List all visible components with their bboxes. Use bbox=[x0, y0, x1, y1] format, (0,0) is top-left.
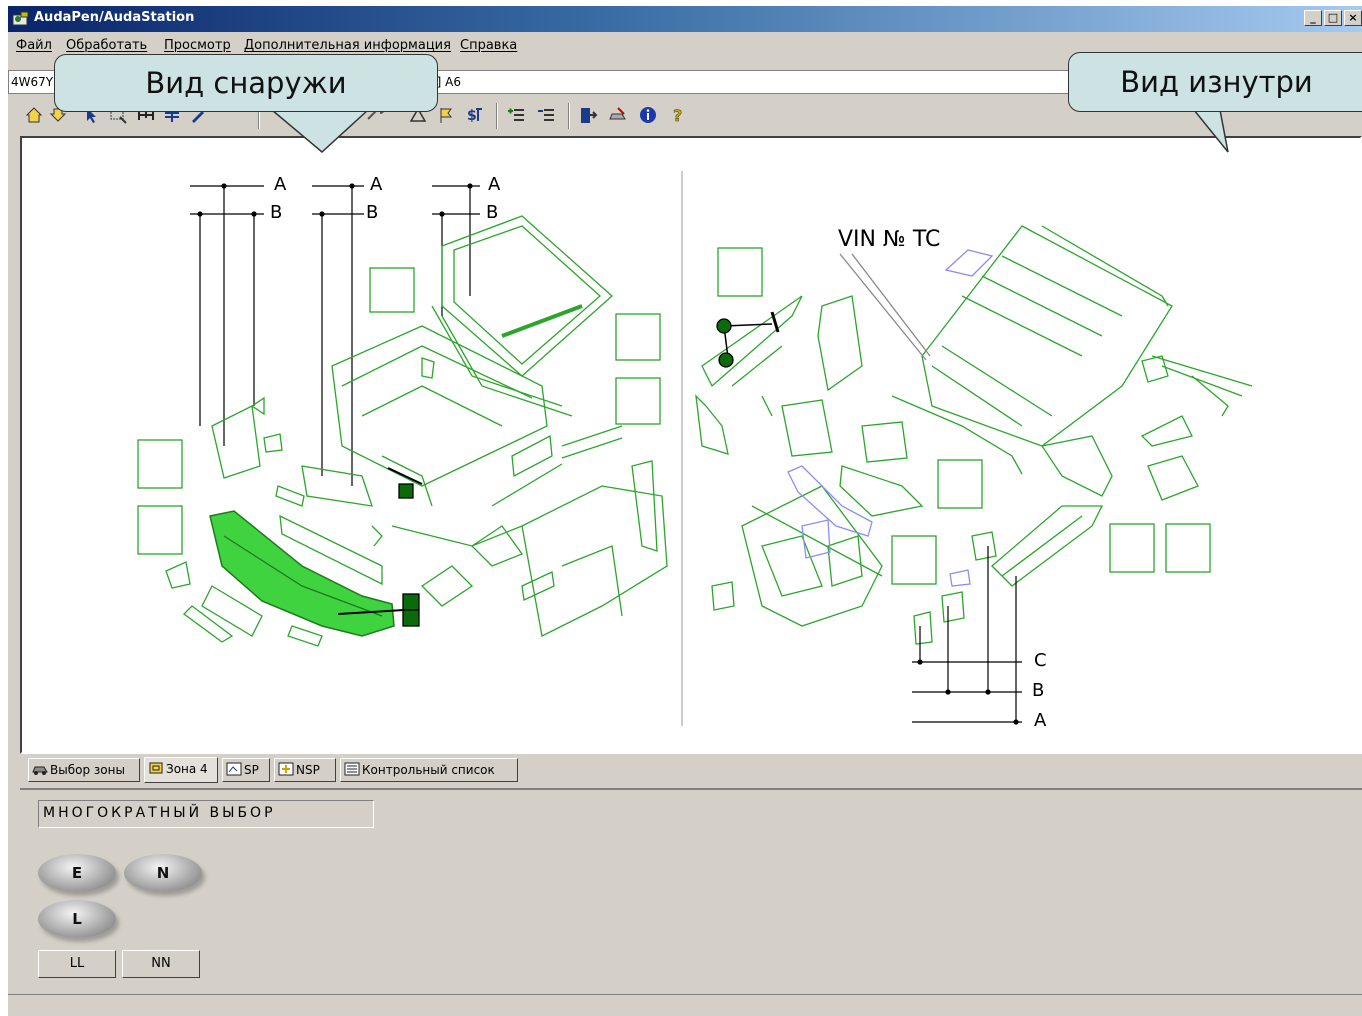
maximize-button[interactable]: □ bbox=[1324, 10, 1342, 26]
vin-label: VIN № TC bbox=[838, 227, 940, 252]
ref-label-b: B bbox=[486, 202, 498, 223]
close-button[interactable]: × bbox=[1344, 10, 1362, 26]
interior-view bbox=[695, 225, 1253, 725]
ref-label-b: B bbox=[270, 202, 282, 223]
multi-select-field: МНОГОКРАТНЫЙ ВЫБОР bbox=[38, 800, 374, 828]
car-icon bbox=[32, 766, 48, 775]
ll-button[interactable]: LL bbox=[38, 950, 116, 978]
exit-door-icon[interactable] bbox=[578, 105, 598, 125]
add-list-icon[interactable] bbox=[506, 105, 526, 125]
selection-panel: МНОГОКРАТНЫЙ ВЫБОР E N L LL NN bbox=[20, 788, 1362, 990]
window-title: AudaPen/AudaStation bbox=[34, 10, 195, 25]
callout-inside: Вид изнутри bbox=[1068, 52, 1362, 112]
e-button[interactable]: E bbox=[38, 854, 116, 892]
app-window: AudaPen/AudaStation _ □ × Файл Обработат… bbox=[8, 6, 1362, 1016]
menu-additional-info[interactable]: Дополнительная информация bbox=[244, 38, 451, 53]
tab-zone-select[interactable]: Выбор зоны bbox=[28, 758, 140, 782]
flag-icon[interactable] bbox=[436, 105, 456, 125]
sp-icon bbox=[226, 762, 242, 776]
menu-file[interactable]: Файл bbox=[16, 38, 52, 53]
exterior-view bbox=[137, 183, 668, 647]
remove-list-icon[interactable] bbox=[536, 105, 556, 125]
l-button[interactable]: L bbox=[38, 900, 116, 938]
menu-view[interactable]: Просмотр bbox=[164, 38, 231, 53]
callout-outside: Вид снаружи bbox=[54, 54, 438, 112]
svg-text:$: $ bbox=[467, 108, 477, 124]
ref-label-a: A bbox=[370, 174, 383, 195]
parts-diagram: A B A B A B VIN № TC C B A bbox=[137, 171, 1253, 731]
ref-label-b: B bbox=[366, 202, 378, 223]
nn-button[interactable]: NN bbox=[122, 950, 200, 978]
tab-nsp[interactable]: NSP bbox=[274, 758, 336, 782]
title-bar[interactable]: AudaPen/AudaStation _ □ × bbox=[8, 6, 1362, 32]
app-icon bbox=[12, 11, 29, 26]
multi-select-label: МНОГОКРАТНЫЙ ВЫБОР bbox=[43, 805, 276, 821]
vehicle-code: 4W67Y bbox=[11, 75, 54, 89]
tab-checklist[interactable]: Контрольный список bbox=[340, 758, 518, 782]
tab-zone-4[interactable]: Зона 4 bbox=[144, 757, 218, 783]
ref-label-c: C bbox=[1034, 650, 1047, 671]
tab-sp[interactable]: SP bbox=[222, 758, 270, 782]
svg-text:?: ? bbox=[673, 106, 682, 125]
callout-outside-text: Вид снаружи bbox=[145, 66, 347, 100]
nsp-icon bbox=[278, 762, 294, 776]
toolbar-separator bbox=[496, 103, 498, 129]
menu-process[interactable]: Обработать bbox=[66, 38, 147, 53]
parts-diagram-canvas[interactable]: A B A B A B VIN № TC C B A bbox=[20, 136, 1362, 754]
tab-label: NSP bbox=[296, 763, 320, 777]
status-bar bbox=[8, 994, 1362, 1016]
price-tool-icon[interactable]: $ bbox=[466, 105, 486, 125]
tab-label: SP bbox=[244, 763, 259, 777]
toolbar-separator bbox=[568, 103, 570, 129]
tab-label: Контрольный список bbox=[362, 763, 495, 777]
info-icon[interactable] bbox=[638, 105, 658, 125]
ref-label-b: B bbox=[1032, 680, 1044, 701]
menu-help[interactable]: Справка bbox=[460, 38, 517, 53]
tab-label: Зона 4 bbox=[166, 762, 208, 776]
n-button[interactable]: N bbox=[124, 854, 202, 892]
zone-icon bbox=[149, 762, 163, 774]
ref-label-a: A bbox=[488, 174, 501, 195]
ref-label-a: A bbox=[274, 174, 287, 195]
car-repair-icon[interactable] bbox=[608, 105, 628, 125]
help-icon[interactable]: ? bbox=[668, 105, 688, 125]
home-icon[interactable] bbox=[24, 105, 44, 125]
tab-label: Выбор зоны bbox=[50, 763, 125, 777]
minimize-button[interactable]: _ bbox=[1304, 10, 1322, 26]
callout-inside-text: Вид изнутри bbox=[1120, 65, 1313, 99]
ref-label-a: A bbox=[1034, 710, 1047, 731]
list-icon bbox=[344, 762, 360, 776]
